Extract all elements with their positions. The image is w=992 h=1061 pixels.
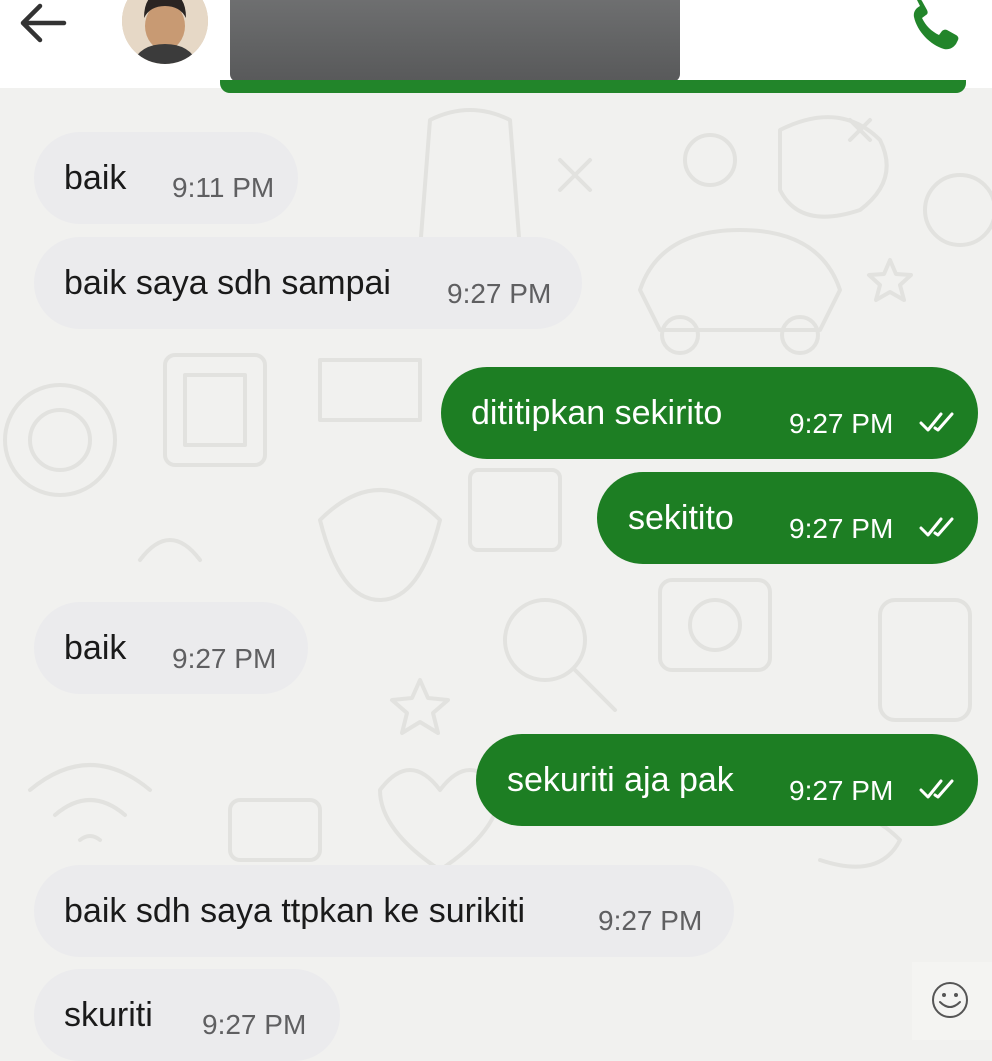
header-accent-bar [220, 80, 966, 93]
double-check-icon [919, 517, 954, 537]
back-button[interactable] [14, 0, 74, 46]
message-bubble-incoming[interactable]: baik 9:11 PM [34, 132, 298, 224]
arrow-left-icon [20, 3, 67, 43]
contact-name[interactable] [230, 0, 680, 82]
message-text: dititipkan sekirito [471, 394, 723, 432]
message-text: baik [64, 629, 127, 667]
message-time: 9:27 PM [172, 643, 277, 674]
message-text: skuriti [64, 996, 153, 1034]
message-bubble-outgoing[interactable]: sekuriti aja pak 9:27 PM [476, 734, 978, 826]
message-time: 9:11 PM [172, 172, 275, 203]
message-time: 9:27 PM [202, 1009, 307, 1040]
message-bubble-incoming[interactable]: baik saya sdh sampai 9:27 PM [34, 237, 582, 329]
message-time: 9:27 PM [789, 408, 894, 439]
message-bubble-incoming[interactable]: baik 9:27 PM [34, 602, 308, 694]
avatar-photo [122, 0, 208, 64]
double-check-icon [919, 779, 954, 799]
message-time: 9:27 PM [598, 905, 703, 936]
emoji-button[interactable] [912, 962, 992, 1040]
message-time: 9:27 PM [789, 775, 894, 806]
chat-header [0, 0, 992, 93]
message-bubble-outgoing[interactable]: sekitito 9:27 PM [597, 472, 978, 564]
message-time: 9:27 PM [447, 278, 552, 309]
message-text: baik saya sdh sampai [64, 264, 391, 302]
message-bubble-incoming[interactable]: baik sdh saya ttpkan ke surikiti 9:27 PM [34, 865, 734, 957]
smiley-icon [932, 982, 968, 1018]
phone-icon [913, 0, 959, 50]
double-check-icon [919, 412, 954, 432]
message-text: sekitito [628, 499, 734, 537]
message-time: 9:27 PM [789, 513, 894, 544]
message-text: sekuriti aja pak [507, 761, 734, 799]
message-text: baik [64, 159, 127, 197]
message-text: baik sdh saya ttpkan ke surikiti [64, 892, 526, 930]
contact-avatar[interactable] [122, 0, 208, 64]
message-bubble-incoming[interactable]: skuriti 9:27 PM [34, 969, 340, 1061]
call-button[interactable] [906, 0, 966, 56]
message-bubble-outgoing[interactable]: dititipkan sekirito 9:27 PM [441, 367, 978, 459]
